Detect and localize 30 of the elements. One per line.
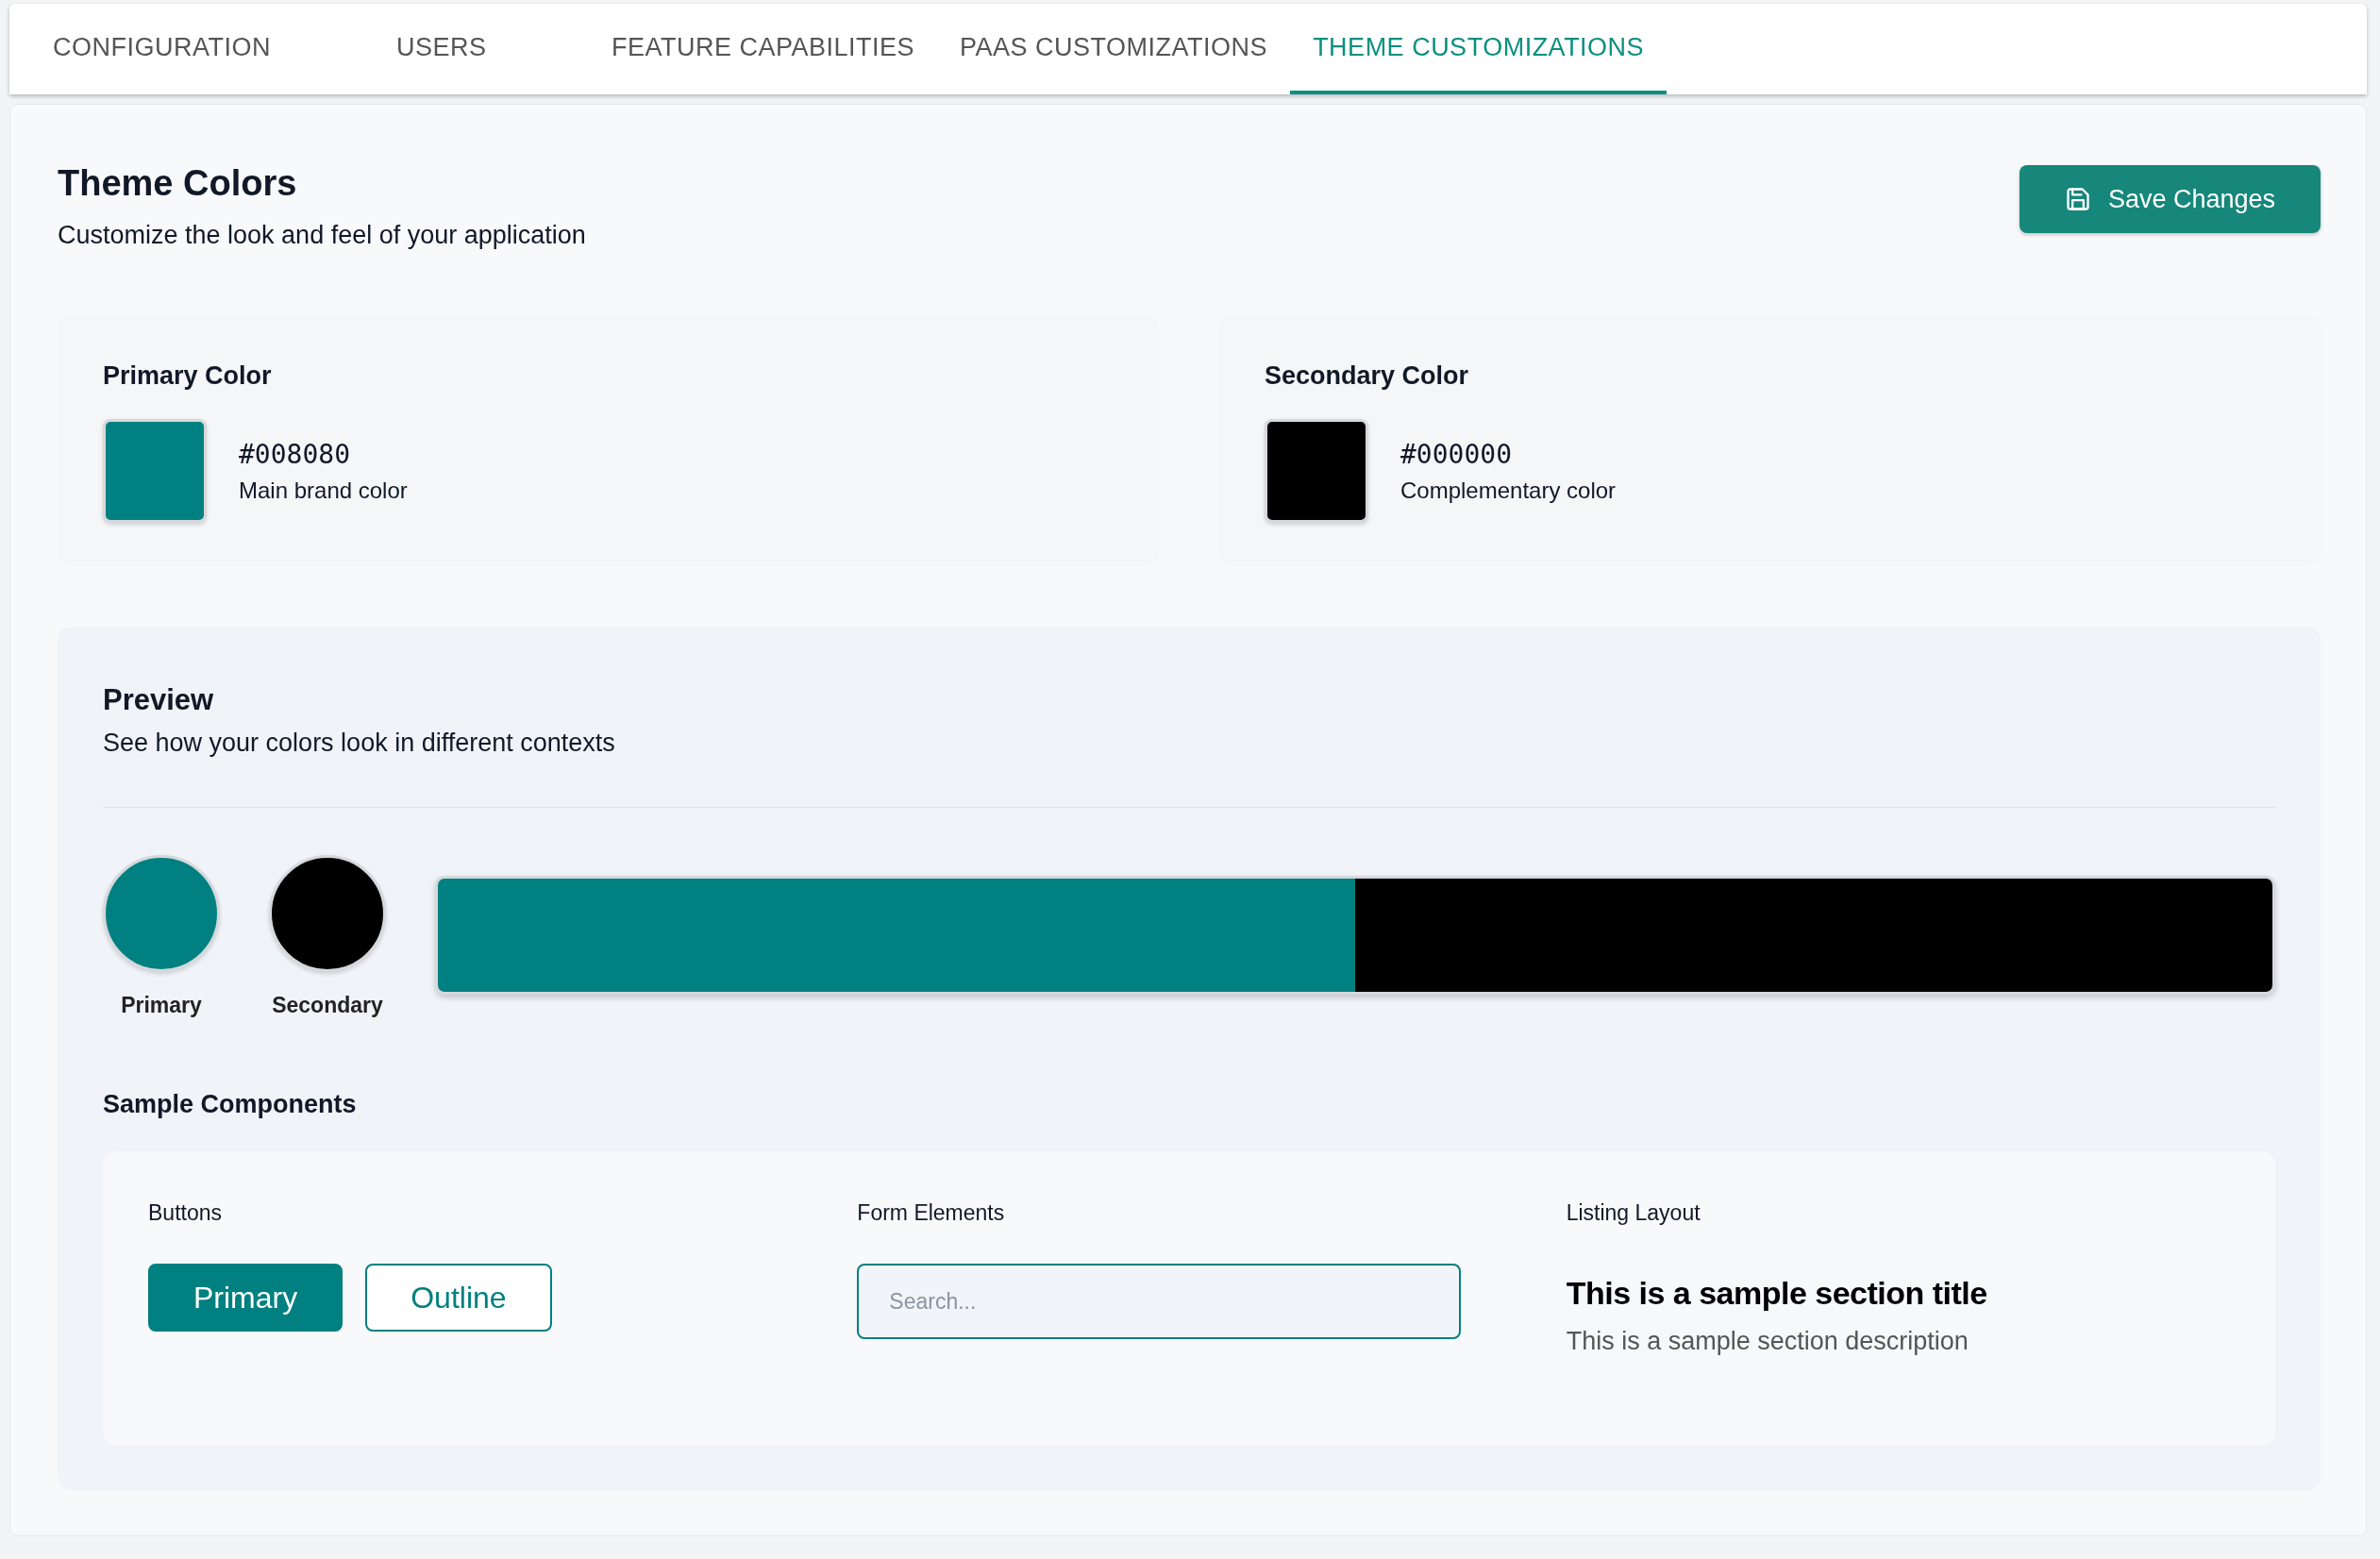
preview-subtitle: See how your colors look in different contexts — [103, 729, 616, 758]
filled-button[interactable]: Primary — [148, 1264, 344, 1332]
search-field[interactable]: Search... — [857, 1264, 1462, 1339]
outline-button[interactable]: Outline — [365, 1264, 552, 1332]
hex-value: #008080 — [239, 438, 351, 470]
tab[interactable]: CONFIGURATION — [30, 4, 374, 94]
section-title: This is a sample section title — [1566, 1275, 1988, 1312]
preview-title: Preview — [103, 683, 215, 717]
page-subtitle: Customize the look and feel of your application — [58, 221, 586, 250]
color-description: Complementary color — [1400, 477, 1617, 504]
tab[interactable]: PAAS CUSTOMIZATIONS — [937, 4, 1291, 94]
card-title: Primary Color — [103, 361, 273, 391]
color-description: Main brand color — [239, 477, 408, 504]
tab[interactable]: USERS — [374, 4, 589, 94]
circle-label: Primary — [121, 993, 202, 1018]
color-swatch[interactable] — [103, 419, 207, 523]
page-title: Theme Colors — [58, 163, 298, 204]
color-swatch[interactable] — [1265, 419, 1368, 523]
save-button[interactable]: Save Changes — [2019, 165, 2321, 233]
column-heading: Form Elements — [857, 1200, 1006, 1226]
column-heading: Buttons — [148, 1200, 223, 1226]
section-heading: Sample Components — [103, 1090, 358, 1119]
section-description: This is a sample section description — [1566, 1327, 1969, 1356]
save-icon — [2064, 186, 2091, 212]
tab[interactable]: FEATURE CAPABILITIES — [589, 4, 938, 94]
hex-value: #000000 — [1400, 438, 1513, 470]
card-title: Secondary Color — [1265, 361, 1470, 391]
column-heading: Listing Layout — [1566, 1200, 1701, 1226]
tab[interactable]: THEME CUSTOMIZATIONS — [1290, 4, 1668, 94]
circle-label: Secondary — [272, 993, 383, 1018]
